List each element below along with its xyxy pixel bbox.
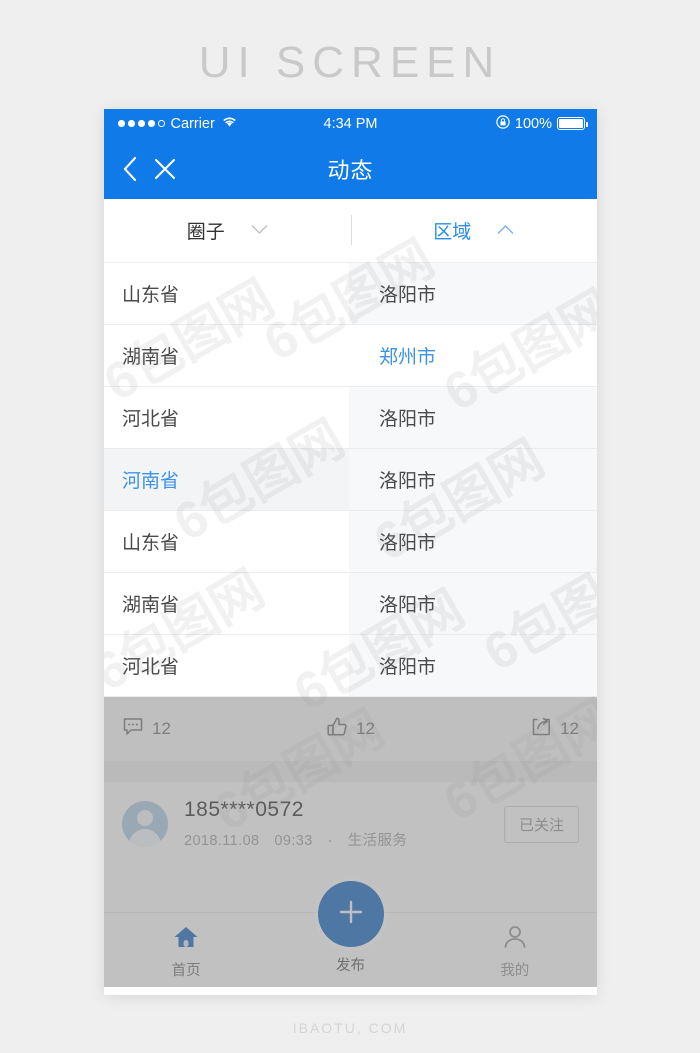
comment-icon [122,716,144,743]
like-count: 12 [356,719,375,738]
nav-bar: 动态 [104,138,597,199]
province-option[interactable]: 山东省 [104,263,349,325]
follow-button[interactable]: 已关注 [503,805,579,843]
filter-circle[interactable]: 圈子 [104,199,351,262]
home-icon [172,925,200,954]
province-option[interactable]: 湖南省 [104,325,349,387]
like-action[interactable]: 12 [274,716,426,743]
tab-bar: 首页 我的 发布 [104,881,597,987]
filter-region-label: 区域 [433,222,472,243]
status-bar-left: Carrier [104,115,238,132]
user-post-meta: 2018.11.08 09:33 · 生活服务 [184,833,408,849]
publish-fab-button[interactable] [317,881,384,947]
share-count: 12 [560,719,579,738]
chevron-up-icon [497,222,514,240]
close-icon[interactable] [144,156,186,182]
city-option[interactable]: 洛阳市 [349,387,597,449]
page-footer: IBAOTU, COM [292,1020,408,1036]
tab-profile[interactable]: 我的 [433,913,597,980]
phone-frame: Carrier 4:34 PM 100% 动态 圈子 区域 山东省 湖南省 河北… [104,109,597,995]
tab-profile-label: 我的 [500,963,530,979]
avatar[interactable] [122,801,168,847]
battery-full-icon [557,117,589,130]
city-option[interactable]: 洛阳市 [349,635,597,697]
province-option-selected[interactable]: 河南省 [104,449,349,511]
battery-percent-label: 100% [514,115,552,132]
chevron-left-icon[interactable] [104,156,144,182]
province-option[interactable]: 山东省 [104,511,349,573]
city-option-selected[interactable]: 郑州市 [349,325,597,387]
user-name: 185****0572 [184,798,304,821]
filter-region[interactable]: 区域 [351,199,598,262]
comment-count: 12 [152,719,171,738]
province-option[interactable]: 湖南省 [104,573,349,635]
status-bar: Carrier 4:34 PM 100% [104,109,597,138]
dimmed-content: 12 12 12 185****0572 2018.11.08 09:33 · … [104,697,597,987]
city-option[interactable]: 洛阳市 [349,573,597,635]
tab-home[interactable]: 首页 [104,913,268,980]
province-column: 山东省 湖南省 河北省 河南省 山东省 湖南省 河北省 [104,263,349,697]
user-card: 185****0572 2018.11.08 09:33 · 生活服务 已关注 [104,782,597,866]
city-column: 洛阳市 郑州市 洛阳市 洛阳市 洛阳市 洛阳市 洛阳市 [349,263,597,697]
share-icon [530,716,552,743]
carrier-label: Carrier [170,115,215,132]
share-action[interactable]: 12 [427,716,597,743]
plus-icon [334,895,368,934]
wifi-icon [221,115,238,132]
filter-bar: 圈子 区域 [104,199,597,263]
person-icon [501,925,529,954]
thumbs-up-icon [326,716,348,743]
comment-action[interactable]: 12 [104,716,274,743]
tab-publish-label: 发布 [336,958,365,974]
signal-strength-icon [118,120,165,127]
city-option[interactable]: 洛阳市 [349,449,597,511]
user-card-text: 185****0572 2018.11.08 09:33 · 生活服务 [184,798,504,850]
post-action-bar: 12 12 12 [104,697,597,762]
rotation-lock-icon [496,114,510,133]
filter-divider [350,215,352,245]
province-option[interactable]: 河北省 [104,635,349,697]
province-option[interactable]: 河北省 [104,387,349,449]
chevron-down-icon [251,222,268,240]
filter-circle-label: 圈子 [186,222,225,243]
page-title: UI SCREEN [198,38,502,87]
section-separator [104,762,597,782]
city-option[interactable]: 洛阳市 [349,263,597,325]
tab-home-label: 首页 [171,963,201,979]
city-option[interactable]: 洛阳市 [349,511,597,573]
region-dropdown: 山东省 湖南省 河北省 河南省 山东省 湖南省 河北省 洛阳市 郑州市 洛阳市 … [104,263,597,697]
status-bar-right: 100% [496,114,597,133]
